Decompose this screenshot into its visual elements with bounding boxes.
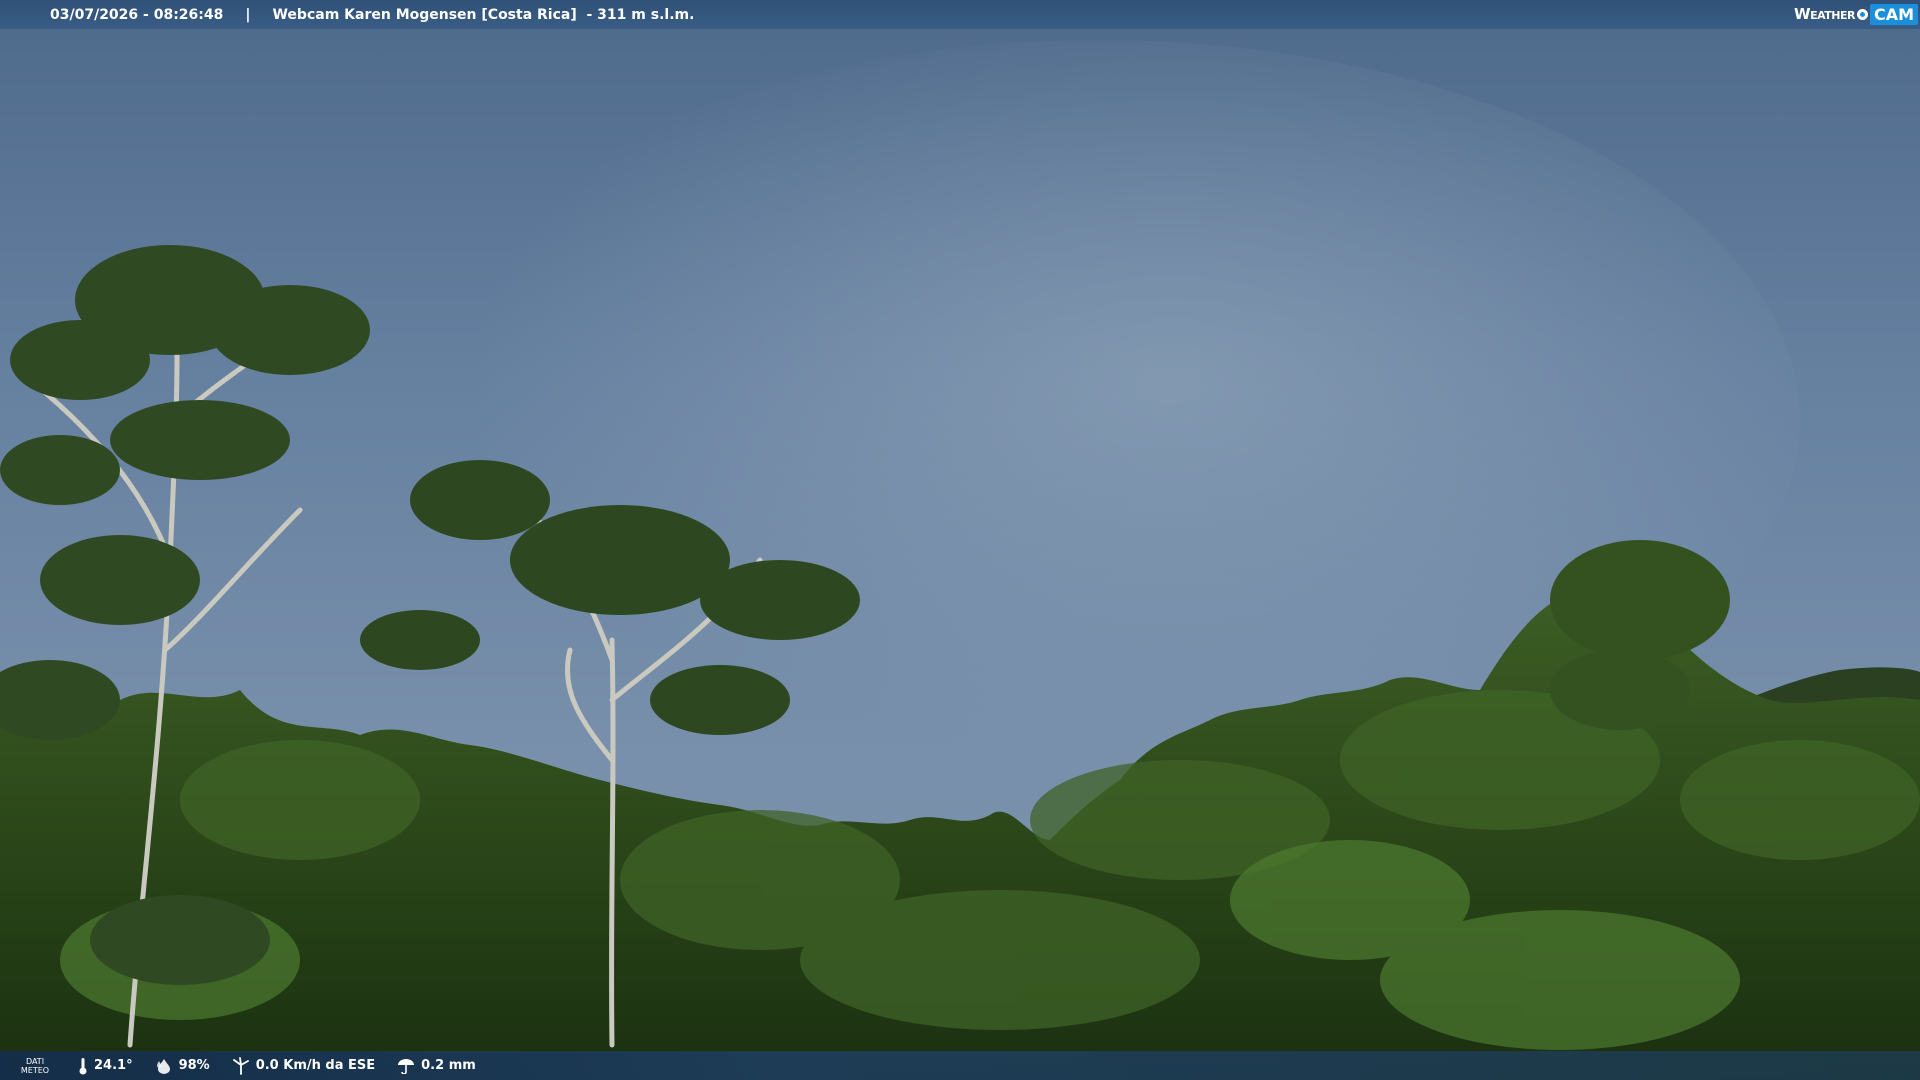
label-line-2: METEO	[20, 1065, 50, 1075]
rain-icon	[398, 1058, 415, 1074]
humidity-value: 98%	[178, 1058, 210, 1073]
logo-text-weather: Weather	[1794, 5, 1855, 23]
top-info-bar: 03/07/2026 - 08:26:48 | Webcam Karen Mog…	[0, 0, 1920, 29]
webcam-image	[0, 0, 1920, 1080]
weather-data-bar: DATI METEO 24.1° 98% 0.0 Km/h da ESE 0.2…	[0, 1051, 1920, 1080]
thermometer-icon	[79, 1057, 87, 1074]
webcam-title: Webcam Karen Mogensen [Costa Rica] - 311…	[272, 6, 695, 23]
temperature-value: 24.1°	[94, 1058, 133, 1073]
humidity-item: 98%	[155, 1058, 210, 1074]
weather-data-label: DATI METEO	[0, 1057, 70, 1075]
label-line-1: DATI	[25, 1056, 45, 1066]
wind-value: 0.0 Km/h da ESE	[255, 1058, 376, 1073]
wind-item: 0.0 Km/h da ESE	[232, 1056, 376, 1075]
weathercam-logo: Weather CAM	[1794, 2, 1918, 26]
logo-text-cam: CAM	[1869, 3, 1918, 25]
separator: |	[245, 6, 251, 23]
rain-value: 0.2 mm	[421, 1058, 476, 1073]
wind-icon	[232, 1056, 249, 1075]
humidity-drop-icon	[156, 1058, 170, 1074]
logo-dot-icon	[1856, 8, 1868, 20]
datetime-label: 03/07/2026 - 08:26:48	[50, 6, 224, 23]
rain-item: 0.2 mm	[397, 1058, 476, 1074]
temperature-item: 24.1°	[78, 1057, 133, 1075]
